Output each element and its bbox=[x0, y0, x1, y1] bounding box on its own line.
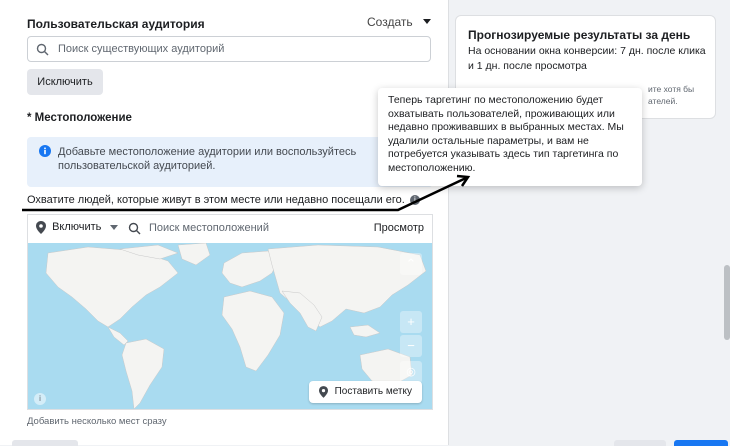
include-dropdown[interactable]: Включить bbox=[36, 221, 119, 237]
targeting-card: Пользовательская аудитория Создать Поиск… bbox=[0, 0, 449, 445]
location-tooltip: Теперь таргетинг по местоположению будет… bbox=[378, 88, 642, 186]
results-subtitle: На основании окна конверсии: 7 дн. после… bbox=[468, 45, 706, 72]
bulk-locations-link[interactable]: Добавить несколько мест сразу bbox=[27, 416, 167, 427]
create-label: Создать bbox=[367, 15, 413, 29]
info-icon bbox=[39, 145, 51, 157]
results-partial-text-1: ите хотя бы bbox=[648, 84, 695, 94]
reach-description: Охватите людей, которые живут в этом мес… bbox=[27, 194, 420, 206]
results-title: Прогнозируемые результаты за день bbox=[468, 28, 691, 42]
exclude-button[interactable]: Исключить bbox=[27, 69, 103, 95]
view-button[interactable]: Просмотр bbox=[374, 222, 424, 234]
zoom-in-button[interactable]: + bbox=[400, 311, 422, 333]
drop-pin-button[interactable]: Поставить метку bbox=[308, 381, 422, 403]
caret-down-icon bbox=[423, 19, 432, 25]
info-circle-icon[interactable]: i bbox=[409, 195, 420, 206]
location-info-text: Добавьте местоположение аудитории или во… bbox=[58, 146, 357, 172]
caret-down-icon bbox=[110, 225, 119, 230]
tooltip-text: Теперь таргетинг по местоположению будет… bbox=[388, 94, 624, 174]
location-search-input[interactable]: Поиск местоположений bbox=[149, 222, 269, 234]
location-info-banner: Добавьте местоположение аудитории или во… bbox=[27, 137, 433, 187]
collapse-map-button[interactable]: ⌃ bbox=[400, 253, 422, 275]
search-icon bbox=[128, 222, 141, 235]
create-dropdown[interactable]: Создать bbox=[367, 13, 432, 29]
locate-icon[interactable]: ◎ bbox=[400, 361, 422, 383]
custom-audience-title: Пользовательская аудитория bbox=[27, 17, 205, 31]
reach-text: Охватите людей, которые живут в этом мес… bbox=[27, 194, 405, 206]
pin-icon bbox=[318, 386, 328, 398]
audience-search-placeholder: Поиск существующих аудиторий bbox=[58, 43, 225, 55]
include-label: Включить bbox=[52, 221, 102, 234]
bottom-primary-button-remnant[interactable] bbox=[674, 440, 728, 446]
location-map-panel: Включить Поиск местоположений Просмотр ⌃… bbox=[27, 214, 433, 410]
world-map[interactable]: ⌃ + − ◎ i Поставить метку bbox=[28, 243, 432, 409]
map-info-icon[interactable]: i bbox=[34, 393, 46, 405]
location-pin-icon bbox=[36, 221, 46, 234]
bottom-secondary-button-remnant[interactable] bbox=[614, 440, 666, 446]
zoom-out-button[interactable]: − bbox=[400, 335, 422, 357]
bottom-left-button-remnant[interactable] bbox=[12, 440, 78, 446]
location-title: * Местоположение bbox=[27, 112, 132, 124]
search-icon bbox=[36, 43, 49, 56]
page-scrollbar[interactable] bbox=[724, 265, 730, 340]
results-partial-text-2: ателей. bbox=[648, 96, 678, 106]
drop-pin-label: Поставить метку bbox=[334, 386, 412, 397]
map-toolbar: Включить Поиск местоположений Просмотр bbox=[28, 215, 432, 243]
audience-search-input[interactable]: Поиск существующих аудиторий bbox=[27, 36, 431, 62]
